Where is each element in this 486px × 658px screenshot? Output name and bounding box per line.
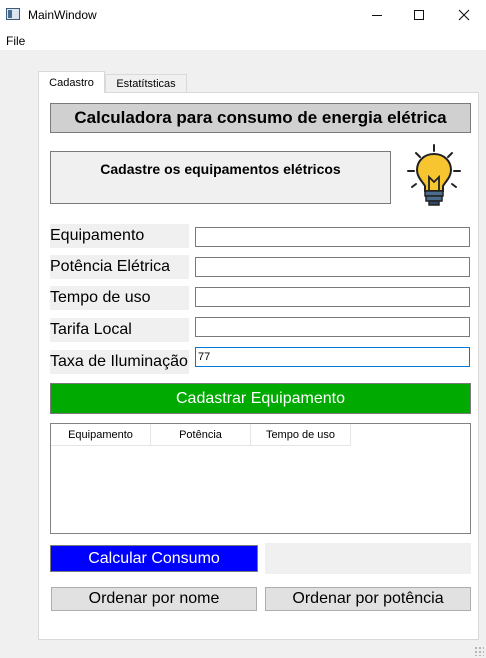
maximize-icon xyxy=(414,10,424,20)
minimize-icon xyxy=(372,14,382,16)
close-icon xyxy=(458,9,470,21)
equipamento-input[interactable] xyxy=(195,227,470,247)
table-header-tempo[interactable]: Tempo de uso xyxy=(251,424,351,446)
equipment-table[interactable]: Equipamento Potência Tempo de uso xyxy=(50,423,471,534)
tab-cadastro[interactable]: Cadastro xyxy=(38,71,105,93)
field-label-potencia: Potência Elétrica xyxy=(50,255,189,279)
field-label-equipamento: Equipamento xyxy=(50,224,189,248)
ordenar-potencia-button[interactable]: Ordenar por potência xyxy=(265,587,471,611)
result-display xyxy=(265,543,471,574)
minimize-button[interactable] xyxy=(354,0,400,30)
taxa-input[interactable] xyxy=(195,347,470,367)
page-title: Calculadora para consumo de energia elét… xyxy=(50,103,471,133)
ordenar-nome-button[interactable]: Ordenar por nome xyxy=(51,587,257,611)
main-window: MainWindow File Cadastro Estatítsticas C… xyxy=(0,0,486,658)
tempo-input[interactable] xyxy=(195,287,470,307)
cadastrar-button[interactable]: Cadastrar Equipamento xyxy=(50,383,471,414)
maximize-button[interactable] xyxy=(396,0,442,30)
tab-estatisticas[interactable]: Estatítsticas xyxy=(105,74,187,93)
menu-bar: File xyxy=(0,30,486,50)
field-label-taxa: Taxa de Iluminação xyxy=(50,350,189,374)
table-header-potencia[interactable]: Potência xyxy=(151,424,251,446)
table-header-equipamento[interactable]: Equipamento xyxy=(51,424,151,446)
lightbulb-icon xyxy=(407,144,461,206)
menu-file[interactable]: File xyxy=(6,34,25,48)
tarifa-input[interactable] xyxy=(195,317,470,337)
field-label-tempo: Tempo de uso xyxy=(50,286,189,310)
close-button[interactable] xyxy=(441,0,486,30)
calcular-button[interactable]: Calcular Consumo xyxy=(50,545,258,572)
resize-grip[interactable] xyxy=(474,646,484,656)
app-window-icon xyxy=(6,8,20,20)
title-bar: MainWindow xyxy=(0,0,486,30)
potencia-input[interactable] xyxy=(195,257,470,277)
section-subtitle: Cadastre os equipamentos elétricos xyxy=(50,151,391,204)
window-title: MainWindow xyxy=(28,8,97,22)
field-label-tarifa: Tarifa Local xyxy=(50,318,189,342)
